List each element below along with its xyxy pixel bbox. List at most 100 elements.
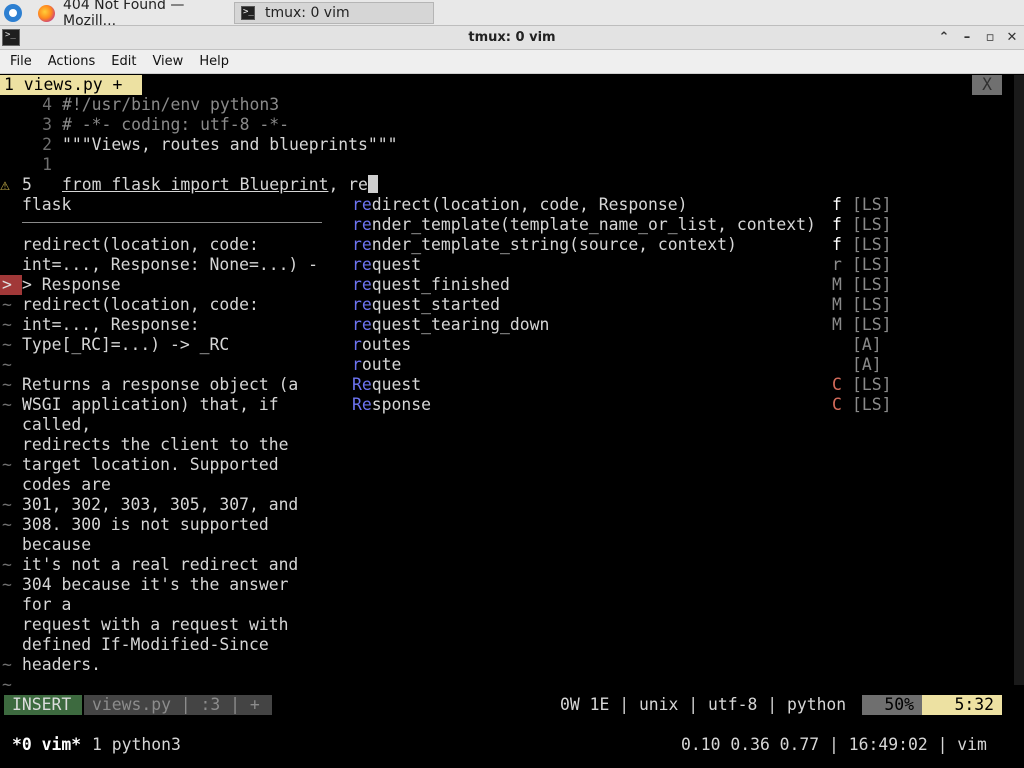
buffer-line: 1	[0, 155, 62, 175]
cursor-position: 5:32	[922, 695, 1002, 715]
completion-item[interactable]: render_template_string(source, context)	[352, 235, 737, 255]
start-menu-icon[interactable]	[4, 4, 22, 22]
taskbar-task-firefox[interactable]: 404 Not Found — Mozill...	[32, 0, 232, 29]
doc-line: redirect(location, code:	[0, 235, 259, 255]
doc-title: flask	[22, 195, 72, 214]
completion-item[interactable]: request_tearing_down	[352, 315, 549, 335]
tab-views-py[interactable]: 1 views.py +	[0, 75, 142, 95]
close-button[interactable]: ✕	[1003, 29, 1021, 47]
doc-line: because	[0, 535, 91, 555]
completion-match: re	[352, 275, 372, 294]
doc-line-marker	[0, 595, 22, 615]
terminal[interactable]: 1 views.py + X 4 #!/usr/bin/env python3 3…	[0, 75, 1024, 768]
doc-line: codes are	[0, 475, 111, 495]
doc-line-marker	[0, 535, 22, 555]
scrollbar[interactable]	[1014, 75, 1024, 685]
doc-line-text: 301, 302, 303, 305, 307, and	[22, 495, 299, 514]
completion-kind: f	[832, 195, 842, 214]
completion-match: r	[352, 335, 362, 354]
doc-line: ~ Type[_RC]=...) -> _RC	[0, 335, 229, 355]
doc-line-marker: ~	[2, 575, 12, 594]
current-line[interactable]: ⚠ 5 from flask import Blueprint, re	[0, 175, 378, 195]
tmux-window-active[interactable]: *0 vim*	[12, 735, 81, 755]
completion-item[interactable]: Request	[352, 375, 421, 395]
doc-line-marker: ~	[2, 675, 12, 694]
doc-line-text: because	[22, 535, 92, 554]
doc-line-marker: ~	[2, 515, 12, 534]
window-titlebar[interactable]: >_ tmux: 0 vim ⌃ – ▫ ✕	[0, 26, 1024, 50]
doc-line-marker: ~	[2, 555, 12, 574]
doc-line: for a	[0, 595, 71, 615]
completion-item[interactable]: render_template(template_name_or_list, c…	[352, 215, 816, 235]
doc-line: ~ Returns a response object (a	[0, 375, 298, 395]
completion-item[interactable]: Response	[352, 395, 431, 415]
taskbar-task-tmux[interactable]: >_ tmux: 0 vim	[234, 2, 434, 24]
doc-line-marker	[0, 475, 22, 495]
doc-line-text: called,	[22, 415, 92, 434]
doc-line-marker: ~	[2, 335, 12, 354]
doc-line-marker	[0, 635, 22, 655]
tmux-statusbar: *0 vim* 1 python3 0.10 0.36 0.77 | 16:49…	[0, 735, 1024, 755]
line-text: #!/usr/bin/env python3	[62, 95, 280, 114]
menu-view[interactable]: View	[144, 54, 191, 69]
maximize-button[interactable]: ▫	[981, 29, 999, 47]
completion-source: [A]	[852, 335, 882, 354]
completion-source: [LS]	[852, 235, 892, 254]
doc-line-text: 308. 300 is not supported	[22, 515, 269, 534]
completion-source: [LS]	[852, 395, 892, 414]
firefox-icon	[38, 4, 55, 22]
doc-line-text: for a	[22, 595, 72, 614]
doc-line-marker: ~	[2, 495, 12, 514]
menu-edit[interactable]: Edit	[103, 54, 144, 69]
completion-item[interactable]: request_finished	[352, 275, 510, 295]
doc-line: ~	[0, 675, 22, 695]
line-text: """Views, routes and blueprints"""	[62, 135, 398, 154]
warning-sign-icon: ⚠	[0, 175, 10, 194]
completion-kind: r	[832, 255, 842, 274]
menu-actions[interactable]: Actions	[40, 54, 104, 69]
completion-text: nder_template(template_name_or_list, con…	[371, 215, 816, 234]
completion-source: [LS]	[852, 375, 892, 394]
line-number: 4	[42, 95, 52, 114]
completion-match: re	[352, 235, 372, 254]
completion-source: [A]	[852, 355, 882, 374]
completion-item[interactable]: request_started	[352, 295, 500, 315]
tab-close-button[interactable]: X	[972, 75, 1002, 95]
mode-indicator: INSERT	[4, 695, 82, 715]
line-number: 1	[42, 155, 52, 174]
doc-line-text: int=..., Response: None=...) -	[22, 255, 319, 274]
tmux-window-other[interactable]: 1 python3	[92, 735, 181, 755]
completion-item[interactable]: routes	[352, 335, 411, 355]
menu-help[interactable]: Help	[191, 54, 237, 69]
completion-source: [LS]	[852, 255, 892, 274]
shade-button[interactable]: –	[958, 29, 976, 47]
completion-source: [LS]	[852, 315, 892, 334]
completion-text: quest	[371, 375, 422, 394]
text-cursor	[367, 175, 378, 193]
completion-text: quest_started	[371, 295, 501, 314]
file-meta: 0W 1E | unix | utf-8 | python	[560, 695, 847, 714]
line-text-rest: , re	[328, 175, 368, 194]
completion-kind: M	[832, 295, 842, 314]
buffer-line: 2 """Views, routes and blueprints"""	[0, 135, 398, 155]
completion-text: oute	[361, 355, 402, 374]
completion-match: Re	[352, 375, 372, 394]
doc-line-text: defined If-Modified-Since	[22, 635, 269, 654]
completion-text: outes	[361, 335, 412, 354]
doc-line: ~ redirect(location, code:	[0, 295, 259, 315]
doc-line: ~ int=..., Response:	[0, 315, 200, 335]
task-label: 404 Not Found — Mozill...	[63, 0, 185, 29]
window-title: tmux: 0 vim	[468, 30, 556, 45]
doc-line-marker: ~	[2, 395, 12, 414]
completion-item[interactable]: request	[352, 255, 421, 275]
vim-statusline: INSERT views.py | :3 | + 0W 1E | unix | …	[0, 695, 1024, 715]
completion-source: [LS]	[852, 195, 892, 214]
doc-line: ~304 because it's the answer	[0, 575, 288, 595]
completion-item[interactable]: redirect(location, code, Response)	[352, 195, 688, 215]
doc-line: called,	[0, 415, 91, 435]
completion-item[interactable]: route	[352, 355, 401, 375]
completion-kind: C	[832, 395, 842, 414]
menu-file[interactable]: File	[2, 54, 40, 69]
completion-match: Re	[352, 395, 372, 414]
minimize-button[interactable]: ⌃	[935, 29, 953, 47]
